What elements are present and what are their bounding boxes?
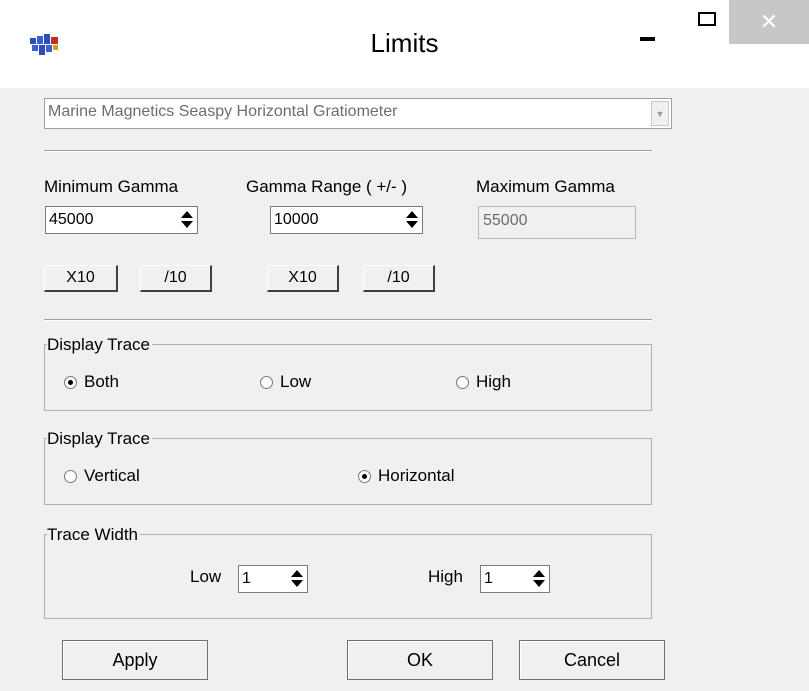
trace-width-low-spinner[interactable]: 1 [238, 565, 308, 593]
minimum-gamma-label: Minimum Gamma [44, 177, 179, 196]
gamma-range-label: Gamma Range ( +/- ) [246, 177, 408, 196]
maximum-gamma-field: 55000 [478, 206, 636, 239]
apply-button[interactable]: Apply [62, 640, 208, 680]
trace-width-title: Trace Width [47, 525, 141, 545]
radio-low-label: Low [280, 372, 312, 391]
radio-both-label: Both [84, 372, 119, 391]
gamma-range-value: 10000 [274, 211, 319, 228]
trace-width-high-label: High [428, 567, 463, 586]
spin-arrows-icon[interactable] [405, 210, 419, 230]
sensor-select[interactable]: Marine Magnetics Seaspy Horizontal Grati… [44, 98, 672, 129]
radio-unchecked-icon [456, 376, 469, 389]
spin-arrows-icon[interactable] [180, 210, 194, 230]
title-bar: Limits ✕ [0, 0, 809, 88]
display-trace-level-title: Display Trace [47, 335, 152, 355]
range-div10-button[interactable]: /10 [363, 265, 435, 292]
minimum-x10-button[interactable]: X10 [44, 265, 118, 292]
radio-unchecked-icon [64, 470, 77, 483]
close-button[interactable]: ✕ [729, 0, 809, 44]
dialog-body: Marine Magnetics Seaspy Horizontal Grati… [0, 88, 809, 691]
trace-width-group: Trace Width Low 1 High 1 [44, 525, 652, 619]
maximum-gamma-label: Maximum Gamma [476, 177, 615, 196]
trace-width-low-label: Low [190, 567, 222, 586]
radio-high-label: High [476, 372, 511, 391]
radio-checked-icon [64, 376, 77, 389]
radio-unchecked-icon [260, 376, 273, 389]
range-x10-button[interactable]: X10 [267, 265, 339, 292]
separator [44, 319, 652, 321]
minimum-gamma-spinner[interactable]: 45000 [45, 206, 198, 234]
chevron-down-icon[interactable]: ▼ [651, 101, 669, 126]
maximum-gamma-value: 55000 [483, 212, 528, 229]
spin-arrows-icon[interactable] [290, 569, 304, 589]
gamma-range-spinner[interactable]: 10000 [270, 206, 423, 234]
minimum-gamma-value: 45000 [49, 211, 94, 228]
display-trace-level-group: Display Trace Both Low High [44, 335, 652, 411]
minimize-button[interactable] [620, 0, 680, 44]
spin-arrows-icon[interactable] [532, 569, 546, 589]
trace-width-high-value: 1 [484, 570, 493, 587]
close-icon: ✕ [759, 9, 779, 34]
separator [44, 150, 652, 152]
radio-vertical-label: Vertical [84, 466, 140, 485]
trace-width-low-value: 1 [242, 570, 251, 587]
radio-checked-icon [358, 470, 371, 483]
sensor-select-value: Marine Magnetics Seaspy Horizontal Grati… [48, 103, 398, 120]
cancel-button[interactable]: Cancel [519, 640, 665, 680]
display-trace-orientation-group: Display Trace Vertical Horizontal [44, 429, 652, 505]
display-trace-orientation-title: Display Trace [47, 429, 152, 449]
ok-button[interactable]: OK [347, 640, 493, 680]
radio-horizontal-label: Horizontal [378, 466, 455, 485]
minimum-div10-button[interactable]: /10 [140, 265, 212, 292]
trace-width-high-spinner[interactable]: 1 [480, 565, 550, 593]
